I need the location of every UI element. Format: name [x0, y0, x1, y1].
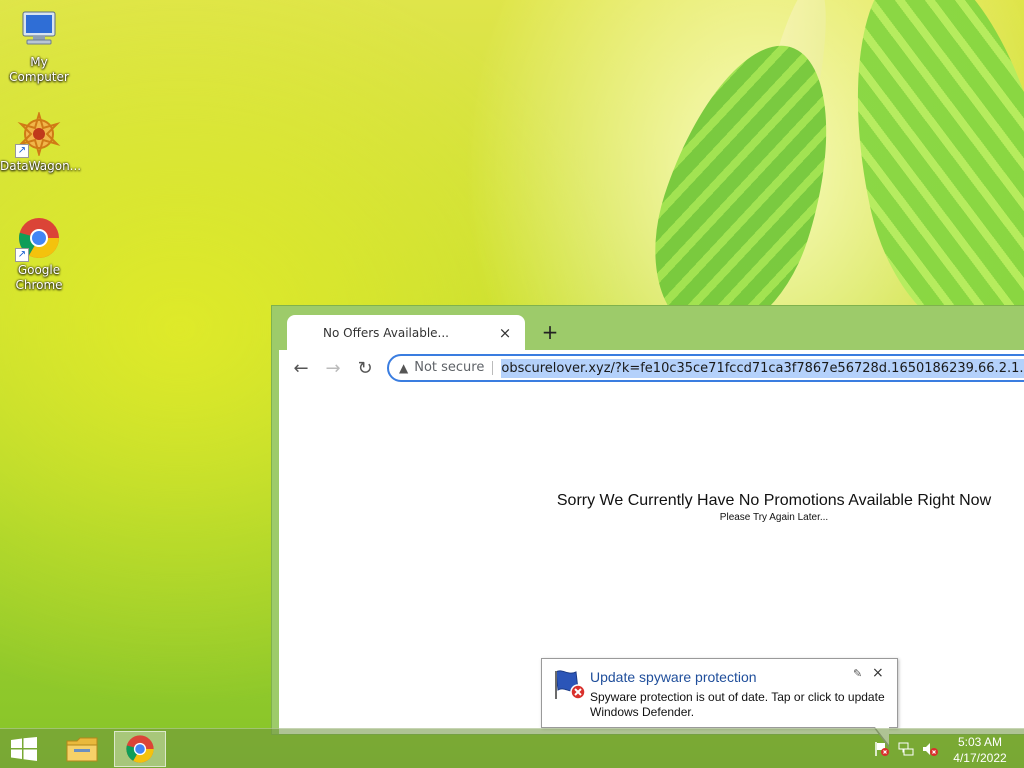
shortcut-arrow-icon: ↗: [15, 144, 29, 158]
url-text[interactable]: obscurelover.xyz/?k=fe10c35ce71fccd71ca3…: [501, 358, 1024, 378]
new-tab-button[interactable]: +: [538, 320, 562, 344]
clock-date: 4/17/2022: [953, 751, 1007, 765]
forward-arrow-icon[interactable]: →: [317, 358, 349, 379]
back-arrow-icon[interactable]: ←: [285, 358, 317, 379]
desktop-icon-google-chrome[interactable]: ↗ Google Chrome: [0, 216, 78, 293]
windows-logo-icon: [11, 737, 37, 761]
browser-toolbar: ← → ↻ ▲ Not secure obscurelover.xyz/?k=f…: [279, 350, 1024, 386]
action-center-flag-icon[interactable]: [874, 741, 890, 757]
page-heading: Sorry We Currently Have No Promotions Av…: [556, 492, 992, 509]
reload-icon[interactable]: ↻: [349, 358, 381, 379]
desktop-icon-my-computer[interactable]: My Computer: [0, 8, 78, 85]
shortcut-arrow-icon: ↗: [15, 248, 29, 262]
notification-close-icon[interactable]: ×: [872, 665, 884, 681]
desktop-icon-label: My Computer: [9, 55, 69, 84]
start-button[interactable]: [10, 737, 38, 761]
datawagon-icon: ↗: [15, 110, 61, 158]
chrome-icon: [126, 735, 154, 763]
wallpaper-leaf: [822, 0, 1024, 355]
defender-flag-icon: [552, 668, 588, 702]
tab-close-icon[interactable]: ×: [497, 324, 513, 342]
warning-icon: ▲: [399, 361, 409, 375]
clock-time: 5:03 AM: [957, 735, 1003, 749]
options-wrench-icon[interactable]: ✎: [853, 667, 862, 680]
volume-muted-icon[interactable]: [922, 741, 938, 757]
computer-icon: [17, 8, 61, 52]
security-indicator[interactable]: Not secure: [414, 361, 494, 375]
folder-icon: [66, 737, 98, 762]
system-clock[interactable]: 5:03 AM 4/17/2022: [944, 734, 1016, 766]
taskbar: 5:03 AM 4/17/2022: [0, 728, 1024, 768]
address-bar[interactable]: ▲ Not secure obscurelover.xyz/?k=fe10c35…: [387, 354, 1024, 382]
tab-title: No Offers Available...: [323, 326, 449, 340]
notification-balloon[interactable]: Update spyware protection Spyware protec…: [541, 658, 898, 748]
file-explorer-button[interactable]: [56, 731, 108, 767]
notification-message: Spyware protection is out of date. Tap o…: [590, 690, 885, 719]
browser-tab[interactable]: No Offers Available... ×: [287, 315, 525, 351]
desktop-icon-label: Google Chrome: [15, 263, 63, 292]
desktop-icon-datawagon[interactable]: ↗ DataWagon...: [0, 110, 82, 174]
chrome-taskbar-button[interactable]: [114, 731, 166, 767]
desktop-icon-label: DataWagon...: [0, 159, 82, 173]
notification-title: Update spyware protection: [590, 669, 757, 685]
network-icon[interactable]: [898, 741, 914, 757]
page-subheading: Please Try Again Later...: [719, 512, 829, 523]
chrome-icon: ↗: [15, 216, 61, 262]
